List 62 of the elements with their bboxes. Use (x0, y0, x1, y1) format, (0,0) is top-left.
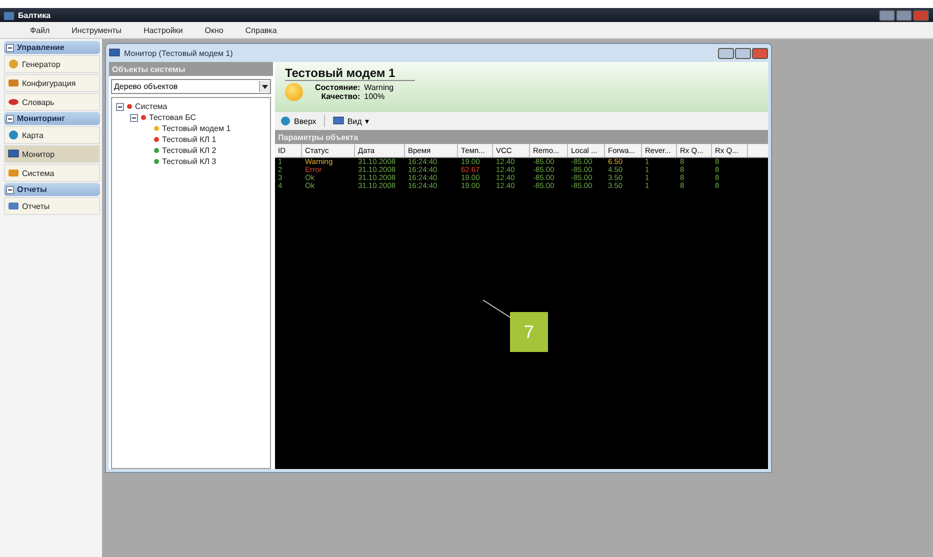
sidebar-label: Отчеты (22, 202, 50, 210)
sidebar-item[interactable]: Генератор (4, 55, 100, 73)
minimize-button[interactable] (718, 48, 734, 58)
field-label: Качество: (320, 92, 360, 101)
close-button[interactable] (913, 10, 929, 20)
field-label: Состояние: (315, 83, 360, 92)
field-value: 100% (364, 92, 386, 101)
tree-item[interactable]: Система (135, 102, 168, 111)
panel-header: Объекты системы (109, 62, 273, 76)
window-title: Монитор (Тестовый модем 1) (124, 48, 233, 58)
tree-item[interactable]: Тестовый КЛ 2 (162, 146, 216, 155)
sidebar-group-header[interactable]: Мониторинг (4, 112, 100, 125)
tree-item[interactable]: Тестовый модем 1 (162, 124, 231, 133)
leader-line (482, 299, 512, 319)
status-light-icon (285, 83, 303, 101)
maximize-button[interactable] (735, 48, 751, 58)
app-icon (4, 10, 14, 20)
sidebar-item[interactable]: Отчеты (4, 197, 100, 215)
tree-item[interactable]: Тестовый КЛ 3 (162, 157, 216, 166)
group-title: Управление (17, 43, 64, 52)
table-title: Параметры объекта (275, 130, 768, 144)
collapse-toggle[interactable] (6, 114, 14, 122)
window-title: Балтика (18, 10, 51, 20)
menu-item[interactable]: Файл (30, 26, 50, 34)
sidebar-item[interactable]: Словарь (4, 93, 100, 111)
sidebar-label: Генератор (22, 60, 60, 68)
window-icon (333, 116, 344, 126)
sidebar-group-header[interactable]: Отчеты (4, 183, 100, 196)
sidebar-group-header[interactable]: Управление (4, 41, 100, 54)
monitor-icon (109, 48, 120, 58)
menu-item[interactable]: Окно (204, 26, 224, 34)
tree-item[interactable]: Тестовый КЛ 1 (162, 135, 216, 144)
sidebar-item[interactable]: Карта (4, 126, 100, 144)
sidebar-label: Монитор (22, 150, 55, 158)
group-title: Мониторинг (17, 114, 65, 123)
sidebar-item[interactable]: Система (4, 164, 100, 182)
menu-item[interactable]: Инструменты (72, 26, 122, 34)
sidebar-label: Словарь (22, 98, 54, 106)
toolbar-button[interactable]: Вид ▾ (331, 116, 371, 126)
expand-toggle[interactable] (116, 102, 124, 110)
sidebar-item[interactable]: Монитор (4, 145, 100, 163)
field-value: Warning (364, 83, 394, 92)
tree-item[interactable]: Тестовая БС (149, 113, 196, 122)
maximize-button[interactable] (896, 10, 912, 20)
collapse-toggle[interactable] (6, 44, 14, 52)
menu-item[interactable]: Справка (245, 26, 277, 34)
sidebar-item[interactable]: Конфигурация (4, 74, 100, 92)
collapse-toggle[interactable] (6, 186, 14, 194)
header-filler (748, 144, 768, 158)
group-title: Отчеты (17, 185, 47, 194)
close-button[interactable] (752, 48, 768, 58)
sidebar-label: Система (22, 168, 54, 178)
sidebar-label: Карта (22, 130, 44, 140)
callout-number: 7 (510, 312, 548, 352)
tree-dropdown[interactable]: Дерево объектов (111, 79, 271, 94)
sidebar-label: Конфигурация (22, 78, 76, 88)
menu-item[interactable]: Настройки (144, 26, 183, 34)
expand-toggle[interactable] (130, 114, 138, 122)
toolbar-button[interactable]: Вверх (278, 116, 318, 126)
minimize-button[interactable] (879, 10, 895, 20)
object-title: Тестовый модем 1 (285, 66, 416, 81)
monitor-icon (8, 149, 19, 159)
